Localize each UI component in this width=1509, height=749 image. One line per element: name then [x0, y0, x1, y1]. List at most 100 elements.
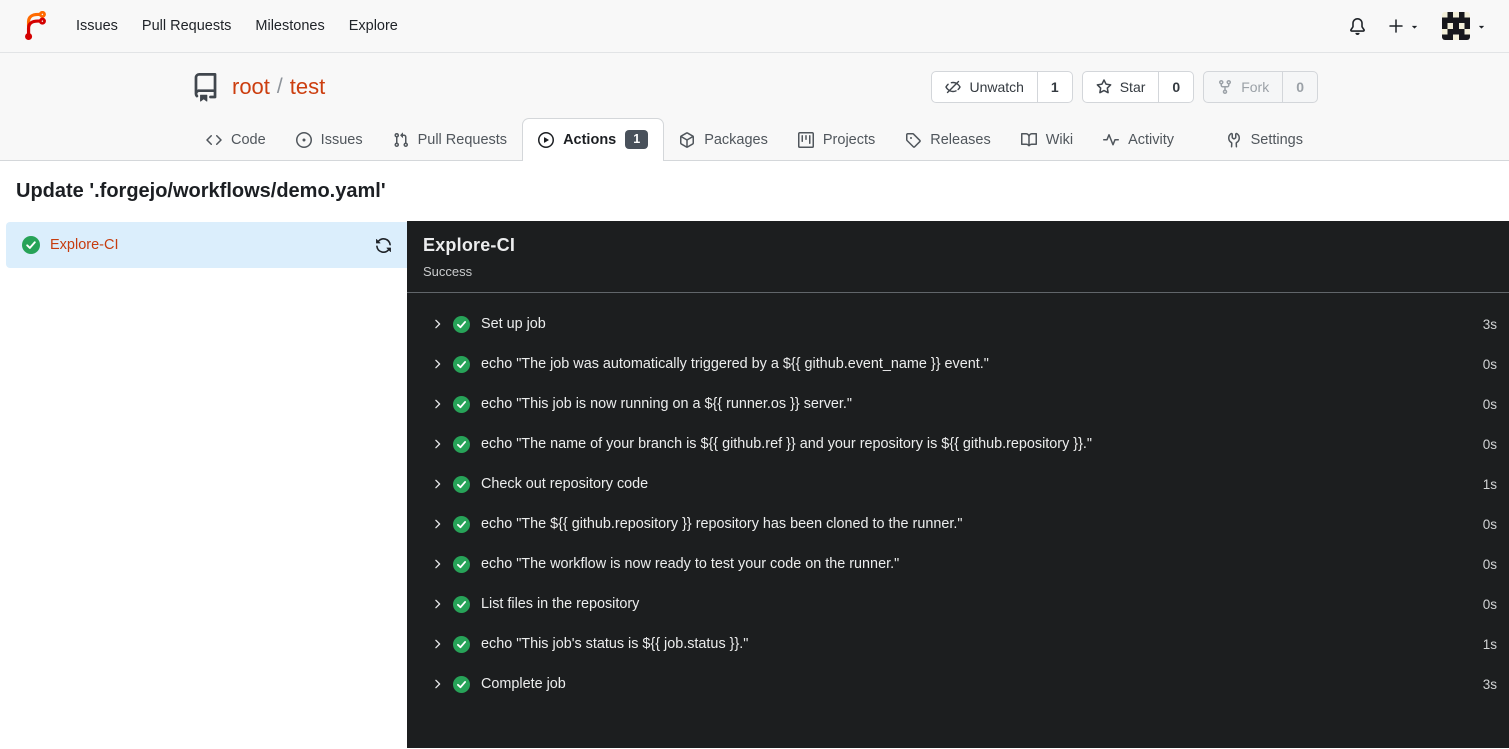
job-status-text: Success	[423, 264, 473, 279]
step-row[interactable]: echo "This job's status is ${{ job.statu…	[430, 624, 1497, 664]
job-list-item-explore-ci[interactable]: Explore-CI	[6, 222, 407, 268]
step-duration: 1s	[1482, 476, 1497, 492]
step-name: echo "This job's status is ${{ job.statu…	[481, 636, 749, 652]
fork-count[interactable]: 0	[1282, 72, 1317, 102]
pulse-icon	[1103, 132, 1120, 148]
check-circle-icon	[453, 435, 470, 453]
refresh-icon[interactable]	[375, 237, 392, 254]
tab-packages[interactable]: Packages	[664, 121, 783, 160]
step-name: echo "The name of your branch is ${{ git…	[481, 436, 1093, 452]
user-menu-dropdown[interactable]	[1442, 12, 1487, 40]
create-new-dropdown[interactable]	[1388, 18, 1420, 34]
step-duration: 0s	[1482, 436, 1497, 452]
chevron-right-icon	[430, 397, 444, 411]
nav-item-explore[interactable]: Explore	[337, 9, 410, 43]
tab-issues[interactable]: Issues	[281, 121, 378, 160]
tab-projects[interactable]: Projects	[783, 121, 890, 160]
unwatch-label: Unwatch	[969, 79, 1024, 95]
issue-opened-icon	[295, 132, 312, 148]
package-icon	[679, 132, 695, 148]
nav-item-milestones[interactable]: Milestones	[243, 9, 336, 43]
chevron-right-icon	[430, 597, 444, 611]
star-count[interactable]: 0	[1158, 72, 1193, 102]
bell-icon[interactable]	[1349, 17, 1366, 35]
step-name: echo "This job is now running on a ${{ r…	[481, 396, 853, 412]
check-circle-icon	[453, 595, 470, 613]
chevron-right-icon	[430, 557, 444, 571]
step-name: echo "The ${{ github.repository }} repos…	[481, 516, 963, 532]
tab-pull-requests[interactable]: Pull Requests	[378, 121, 522, 160]
step-row[interactable]: List files in the repository 0s	[430, 584, 1497, 624]
tab-label: Issues	[320, 132, 363, 148]
step-row[interactable]: echo "The ${{ github.repository }} repos…	[430, 504, 1497, 544]
workflow-run-title: Update '.forgejo/workflows/demo.yaml'	[16, 180, 386, 202]
job-name: Explore-CI	[50, 237, 119, 253]
check-circle-icon	[453, 355, 470, 373]
tab-wiki[interactable]: Wiki	[1006, 121, 1088, 160]
plus-icon	[1389, 19, 1403, 33]
step-name: Set up job	[481, 316, 546, 332]
job-log-header: Explore-CI Success	[407, 221, 1509, 293]
step-row[interactable]: echo "The name of your branch is ${{ git…	[430, 424, 1497, 464]
star-button[interactable]: Star 0	[1081, 71, 1195, 103]
chevron-down-icon	[1411, 25, 1418, 28]
step-duration: 0s	[1482, 596, 1497, 612]
workflow-run-view: Explore-CI Explore-CI Success Set up job…	[0, 221, 1509, 748]
chevron-right-icon	[430, 477, 444, 491]
chevron-right-icon	[430, 677, 444, 691]
step-row[interactable]: echo "The job was automatically triggere…	[430, 344, 1497, 384]
unwatch-button[interactable]: Unwatch 1	[931, 71, 1073, 103]
tab-releases[interactable]: Releases	[890, 121, 1005, 160]
repo-owner-link[interactable]: root	[232, 74, 270, 100]
step-row[interactable]: Check out repository code 1s	[430, 464, 1497, 504]
avatar	[1442, 12, 1470, 40]
step-name: List files in the repository	[481, 596, 640, 612]
step-row[interactable]: echo "This job is now running on a ${{ r…	[430, 384, 1497, 424]
eye-slash-icon	[945, 79, 962, 95]
nav-item-issues[interactable]: Issues	[64, 9, 130, 43]
step-name: Check out repository code	[481, 476, 649, 492]
repo-breadcrumb: root / test	[232, 74, 325, 100]
forgejo-logo-icon[interactable]	[20, 11, 50, 41]
step-duration: 0s	[1482, 516, 1497, 532]
step-duration: 1s	[1482, 636, 1497, 652]
fork-button[interactable]: Fork 0	[1203, 71, 1318, 103]
tab-label: Actions	[563, 131, 617, 148]
tab-activity[interactable]: Activity	[1088, 121, 1189, 160]
step-duration: 0s	[1482, 396, 1497, 412]
step-duration: 3s	[1482, 676, 1497, 692]
check-circle-icon	[22, 236, 40, 254]
step-name: echo "The workflow is now ready to test …	[481, 556, 900, 572]
chevron-right-icon	[430, 517, 444, 531]
chevron-right-icon	[430, 317, 444, 331]
tab-label: Releases	[930, 132, 991, 148]
watch-count[interactable]: 1	[1036, 72, 1072, 102]
job-log-panel: Explore-CI Success Set up job 3s echo "T…	[407, 221, 1509, 748]
nav-item-pull-requests[interactable]: Pull Requests	[130, 9, 243, 43]
step-name: echo "The job was automatically triggere…	[481, 356, 989, 372]
tab-label: Activity	[1128, 132, 1175, 148]
star-label: Star	[1119, 79, 1146, 95]
step-row[interactable]: Set up job 3s	[430, 304, 1497, 344]
fork-icon	[1217, 79, 1233, 95]
check-circle-icon	[453, 515, 470, 533]
pull-request-icon	[393, 132, 409, 148]
project-icon	[797, 132, 814, 148]
play-circle-icon	[538, 131, 555, 148]
step-name: Complete job	[481, 676, 566, 692]
tab-settings[interactable]: Settings	[1211, 121, 1318, 160]
tab-code[interactable]: Code	[191, 121, 281, 160]
step-duration: 3s	[1482, 316, 1497, 332]
repo-name-link[interactable]: test	[290, 74, 325, 100]
top-navbar: Issues Pull Requests Milestones Explore	[0, 0, 1509, 53]
check-circle-icon	[453, 475, 470, 493]
tools-icon	[1226, 132, 1242, 148]
chevron-down-icon	[1478, 25, 1485, 28]
tag-icon	[905, 132, 922, 148]
step-row[interactable]: Complete job 3s	[430, 664, 1497, 704]
step-row[interactable]: echo "The workflow is now ready to test …	[430, 544, 1497, 584]
tab-actions[interactable]: Actions 1	[522, 118, 665, 161]
fork-label: Fork	[1241, 79, 1270, 95]
actions-count-badge: 1	[625, 130, 649, 149]
jobs-sidebar: Explore-CI	[0, 221, 407, 748]
